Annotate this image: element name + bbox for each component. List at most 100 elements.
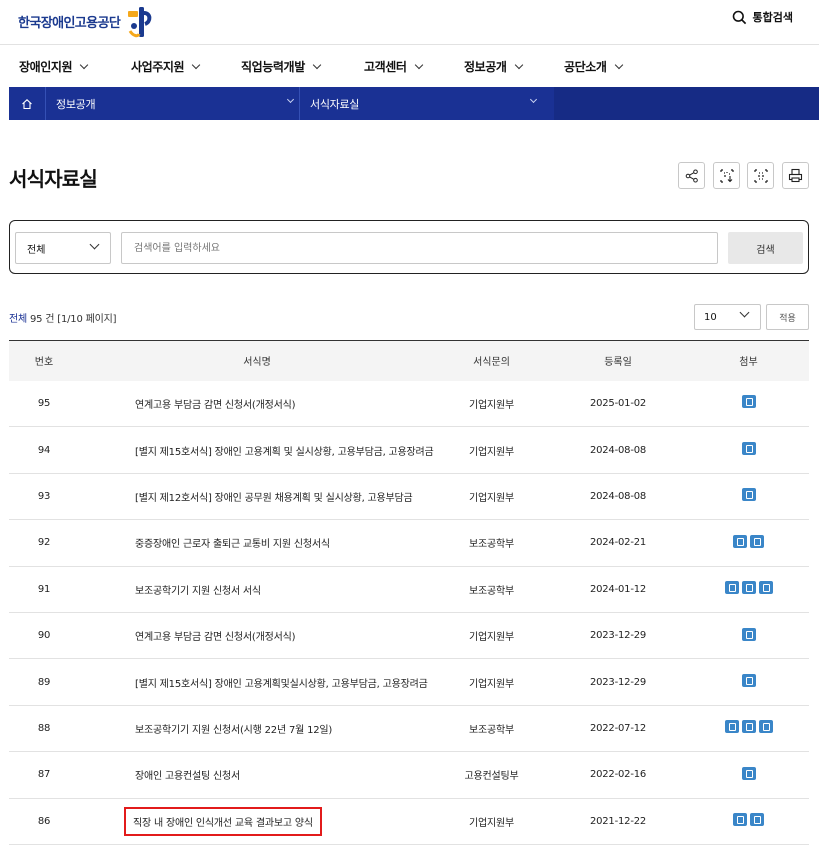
file-icon[interactable] (741, 395, 756, 409)
row-title-cell: [별지 제15호서식] 장애인 고용계획및실시상황, 고용부담금, 고용장려금 (79, 659, 435, 705)
breadcrumb-divider (299, 87, 300, 120)
chevron-down-icon[interactable] (286, 95, 295, 104)
row-attachments (688, 566, 809, 612)
column-header-dept: 서식문의 (473, 357, 510, 369)
logo-text: 한국장애인고용공단 (18, 15, 121, 31)
search-category-select[interactable]: 전체 (15, 232, 111, 264)
row-title-cell: 연계고용 부담금 감면 신청서(개정서식) (79, 381, 435, 427)
row-date: 2024-01-12 (589, 583, 647, 595)
file-icon[interactable] (741, 766, 756, 780)
row-attachments (688, 752, 809, 798)
row-number: 93 (37, 490, 51, 502)
print-button[interactable] (782, 162, 809, 189)
breadcrumb-level2[interactable]: 서식자료실 (310, 87, 359, 120)
row-attachments (688, 659, 809, 705)
file-icon[interactable] (733, 813, 747, 827)
apply-button[interactable]: 적용 (766, 304, 809, 330)
share-button[interactable] (678, 162, 705, 189)
row-attachments (688, 798, 809, 844)
table-row: 87 장애인 고용컨설팅 신청서 고용컨설팅부 2022-02-16 (9, 752, 809, 799)
table-row: 92 중증장애인 근로자 출퇴근 교통비 지원 신청서식 보조공학부 2024-02-… (9, 520, 809, 567)
nav-item-label: 정보공개 (464, 59, 507, 74)
row-dept: 보조공학부 (469, 724, 514, 736)
row-number: 89 (37, 676, 51, 688)
chevron-down-icon (739, 307, 750, 318)
breadcrumb-divider (45, 87, 46, 120)
breadcrumb-filler (554, 87, 819, 120)
nav-item-label: 장애인지원 (19, 59, 73, 74)
row-dept: 보조공학부 (469, 539, 514, 551)
table-row: 90 연계고용 부담금 감면 신청서(개정서식) 기업지원부 2023-12-29 (9, 612, 809, 659)
site-logo[interactable]: 한국장애인고용공단 (18, 4, 156, 38)
table-row: 95 연계고용 부담금 감면 신청서(개정서식) 기업지원부 2025-01-02 (9, 381, 809, 427)
row-attachments (688, 705, 809, 751)
qr-button[interactable] (747, 162, 774, 189)
share-icon (685, 169, 698, 182)
nav-item-about[interactable]: 공단소개 (564, 45, 623, 87)
total-search-button[interactable]: 통합검색 (732, 9, 793, 25)
column-header-attachment: 첨부 (739, 357, 758, 369)
search-icon (732, 10, 746, 24)
row-title-link[interactable]: 장애인 고용컨설팅 신청서 (135, 767, 240, 782)
nav-item-information-disclosure[interactable]: 정보공개 (464, 45, 523, 87)
row-title-link[interactable]: [별지 제12호서식] 장애인 공무원 채용계획 및 실시상황, 고용부담금 (135, 489, 413, 504)
row-attachments (688, 520, 809, 566)
nav-item-vocational-training[interactable]: 직업능력개발 (241, 45, 322, 87)
file-icon[interactable] (741, 488, 756, 502)
row-title-link[interactable]: 연계고용 부담금 감면 신청서(개정서식) (135, 628, 296, 643)
file-icon[interactable] (724, 720, 739, 734)
row-title-link[interactable]: 보조공학기기 지원 신청서(시행 22년 7월 12일) (135, 721, 332, 736)
row-title-cell: 중증장애인 근로자 출퇴근 교통비 지원 신청서식 (79, 520, 435, 566)
nav-item-disabled-support[interactable]: 장애인지원 (19, 45, 89, 87)
row-title-link[interactable]: [별지 제15호서식] 장애인 고용계획 및 실시상황, 고용부담금, 고용장려… (135, 443, 434, 458)
table-row: 93 [별지 제12호서식] 장애인 공무원 채용계획 및 실시상황, 고용부담금… (9, 473, 809, 520)
row-dept: 기업지원부 (469, 446, 514, 458)
file-icon[interactable] (741, 674, 756, 688)
page-size-select[interactable]: 10 (694, 304, 761, 330)
row-title-link[interactable]: 직장 내 장애인 인식개선 교육 결과보고 양식 (124, 806, 322, 836)
table-row: 89 [별지 제15호서식] 장애인 고용계획및실시상황, 고용부담금, 고용장려… (9, 659, 809, 706)
row-title-cell: [별지 제12호서식] 장애인 공무원 채용계획 및 실시상황, 고용부담금 (79, 473, 435, 519)
file-icon[interactable] (750, 534, 764, 548)
row-title-link[interactable]: [별지 제15호서식] 장애인 고용계획및실시상황, 고용부담금, 고용장려금 (135, 675, 428, 690)
row-date: 2022-02-16 (589, 769, 647, 781)
row-dept: 기업지원부 (469, 632, 514, 644)
search-button[interactable]: 검색 (728, 232, 803, 264)
row-date: 2022-07-12 (589, 722, 647, 734)
file-icon[interactable] (758, 720, 773, 734)
table-header-row: 번호 서식명 서식문의 등록일 첨부 (9, 340, 809, 381)
chevron-down-icon (514, 60, 523, 69)
row-date: 2024-02-21 (589, 537, 647, 549)
search-input[interactable] (121, 232, 718, 264)
file-icon[interactable] (741, 720, 756, 734)
row-dept: 기업지원부 (469, 492, 514, 504)
column-header-no: 번호 (34, 357, 54, 369)
row-number: 88 (37, 722, 51, 734)
row-title-link[interactable]: 중증장애인 근로자 출퇴근 교통비 지원 신청서식 (135, 535, 330, 550)
file-icon[interactable] (741, 442, 756, 456)
row-date: 2025-01-02 (589, 397, 647, 409)
page-title: 서식자료실 (9, 167, 98, 191)
row-title-cell: 직장 내 장애인 인식개선 교육 결과보고 양식 (79, 798, 435, 844)
total-search-label: 통합검색 (752, 11, 793, 24)
chevron-down-icon (414, 60, 423, 69)
row-date: 2023-12-29 (589, 630, 647, 642)
row-dept: 기업지원부 (469, 817, 514, 829)
download-button[interactable] (713, 162, 740, 189)
row-title-link[interactable]: 보조공학기기 지원 신청서 서식 (135, 582, 261, 597)
chevron-down-icon[interactable] (529, 95, 538, 104)
forms-table: 번호 서식명 서식문의 등록일 첨부 95 연계고용 부담금 감면 신청서(개정서… (9, 340, 809, 845)
nav-item-customer-center[interactable]: 고객센터 (364, 45, 423, 87)
row-title-cell: 장애인 고용컨설팅 신청서 (79, 752, 435, 798)
breadcrumb-level1[interactable]: 정보공개 (56, 87, 96, 120)
home-button[interactable] (9, 87, 45, 120)
file-icon[interactable] (724, 581, 739, 595)
nav-item-label: 고객센터 (364, 59, 407, 74)
file-icon[interactable] (750, 813, 764, 827)
file-icon[interactable] (758, 581, 773, 595)
file-icon[interactable] (741, 581, 756, 595)
file-icon[interactable] (741, 627, 756, 641)
row-title-link[interactable]: 연계고용 부담금 감면 신청서(개정서식) (135, 396, 296, 411)
file-icon[interactable] (733, 534, 747, 548)
nav-item-employer-support[interactable]: 사업주지원 (131, 45, 201, 87)
